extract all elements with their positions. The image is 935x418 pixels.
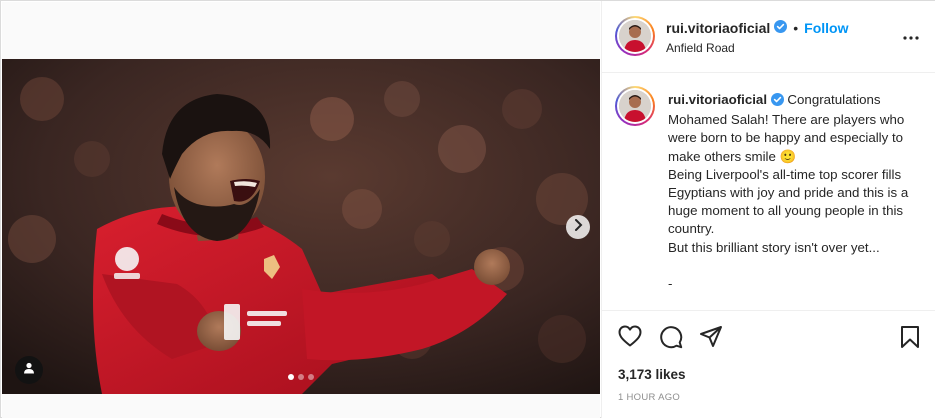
user-tag-icon	[23, 361, 35, 379]
post-location[interactable]: Anfield Road	[666, 41, 735, 55]
verified-badge-icon	[774, 20, 788, 36]
post-actions: 3,173 likes 1 HOUR AGO	[602, 310, 935, 418]
share-button[interactable]	[699, 325, 723, 354]
caption-username[interactable]: rui.vitoriaoficial	[668, 92, 767, 107]
avatar-photo	[619, 20, 651, 52]
save-button[interactable]	[900, 325, 920, 354]
comment-button[interactable]	[659, 325, 683, 354]
header-username[interactable]: rui.vitoriaoficial	[666, 20, 770, 36]
follow-button[interactable]: Follow	[804, 20, 848, 36]
media-bottom-bar	[2, 394, 600, 418]
comment-icon	[659, 326, 683, 353]
verified-badge-icon	[770, 93, 784, 111]
post-media[interactable]	[2, 59, 600, 394]
post-side-panel: rui.vitoriaoficial • Follow Anfield Road	[601, 1, 935, 418]
carousel-dot	[308, 374, 314, 380]
avatar[interactable]	[615, 16, 655, 56]
caption-section: rui.vitoriaoficial Congratulations Moham…	[602, 73, 935, 310]
more-horizontal-icon	[903, 27, 919, 44]
carousel-dot	[298, 374, 304, 380]
likes-count[interactable]: 3,173 likes	[618, 367, 686, 382]
paper-plane-icon	[699, 326, 723, 353]
post-header: rui.vitoriaoficial • Follow Anfield Road	[602, 1, 935, 73]
post-timestamp[interactable]: 1 HOUR AGO	[618, 392, 680, 403]
post-caption: rui.vitoriaoficial Congratulations Moham…	[668, 91, 930, 293]
post-frame: rui.vitoriaoficial • Follow Anfield Road	[0, 0, 935, 418]
media-top-bar	[2, 2, 600, 59]
heart-icon	[618, 325, 642, 351]
like-button[interactable]	[618, 325, 642, 352]
post-photo	[2, 59, 600, 394]
more-options-button[interactable]	[903, 27, 919, 45]
caption-avatar[interactable]	[615, 86, 655, 126]
header-user-line: rui.vitoriaoficial • Follow	[666, 20, 848, 36]
carousel-next-button[interactable]	[566, 215, 590, 239]
caption-avatar-photo	[619, 90, 651, 122]
header-separator: •	[793, 20, 799, 36]
bookmark-icon	[900, 326, 920, 353]
carousel-dot	[288, 374, 294, 380]
caption-text: Congratulations Mohamed Salah! There are…	[668, 92, 909, 292]
chevron-right-icon	[573, 218, 583, 236]
carousel-indicator	[288, 374, 314, 380]
tagged-users-button[interactable]	[15, 356, 43, 384]
